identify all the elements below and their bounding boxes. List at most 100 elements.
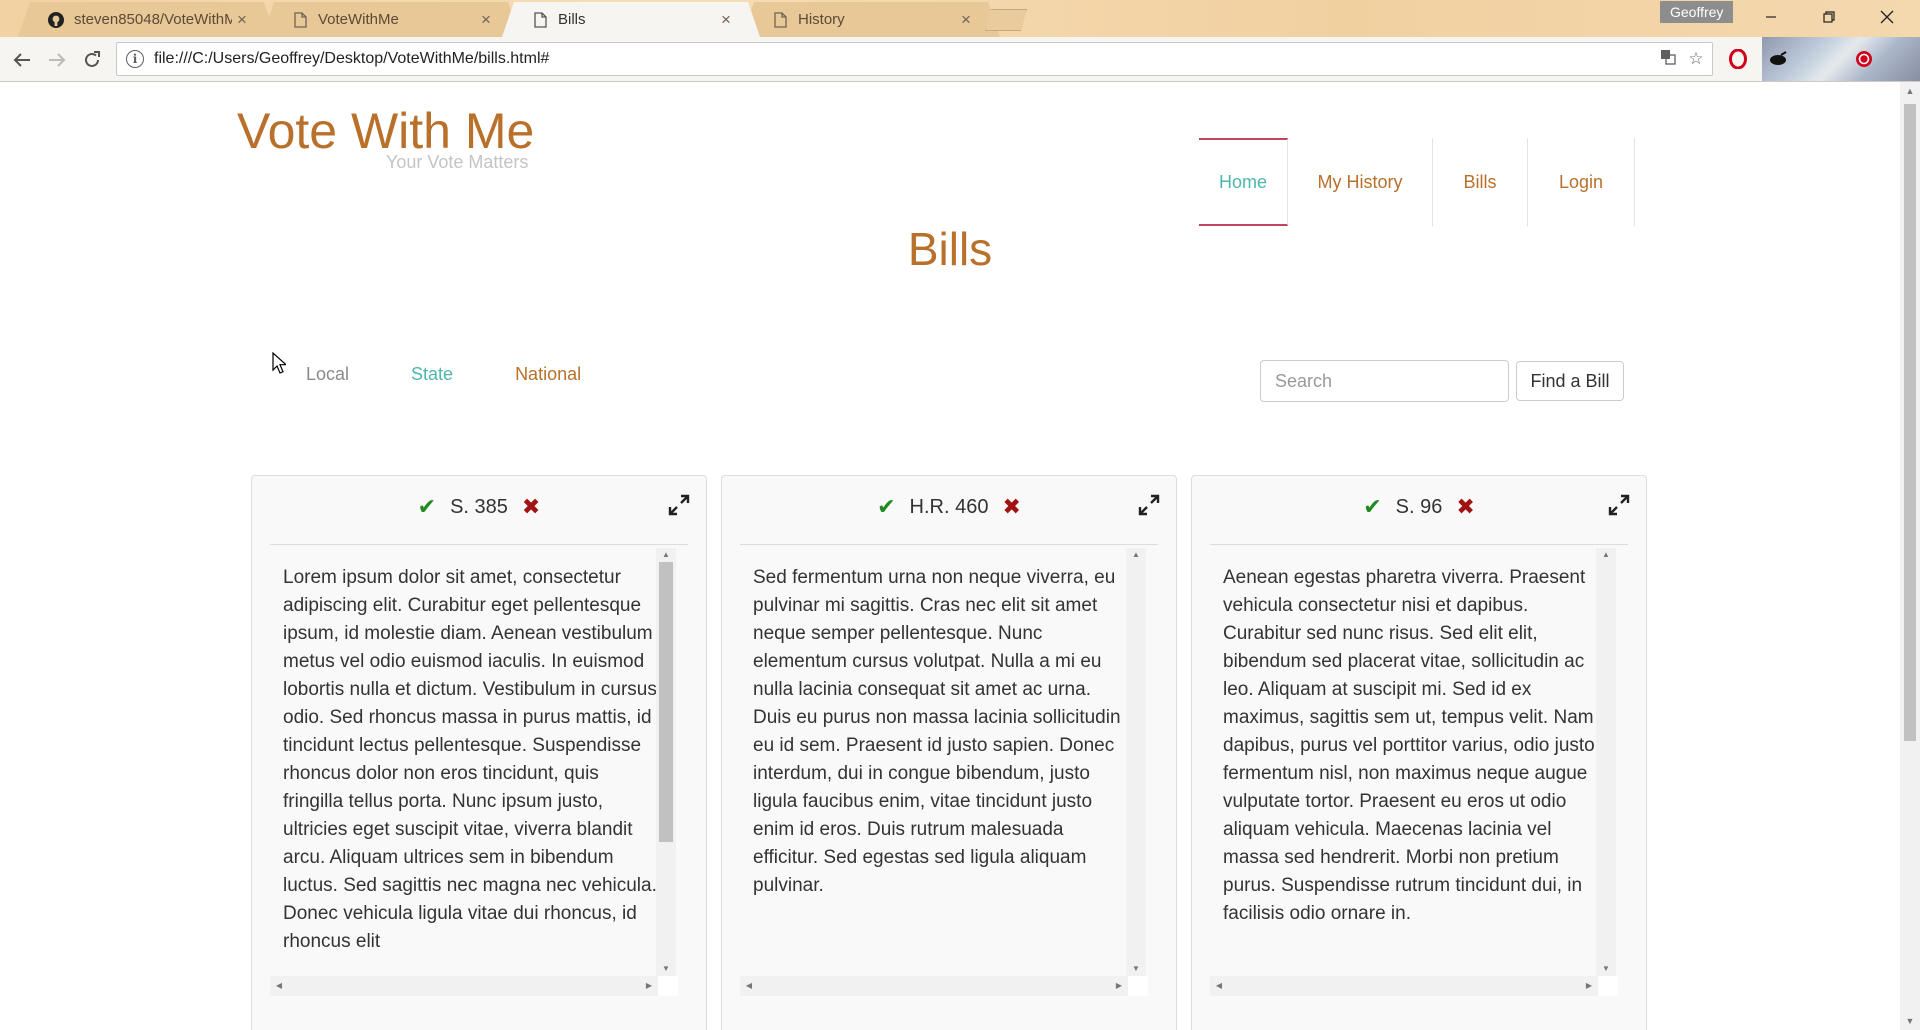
horizontal-scrollbar[interactable]: ◀ ▶ [1210, 976, 1598, 996]
nav-home[interactable]: Home [1199, 138, 1288, 226]
forward-icon[interactable] [43, 46, 71, 74]
github-icon [48, 12, 64, 28]
address-bar[interactable]: i file:///C:/Users/Geoffrey/Desktop/Vote… [116, 42, 1713, 76]
new-tab-button[interactable] [985, 9, 1027, 31]
tab-national[interactable]: National [515, 364, 581, 385]
scroll-left-icon[interactable]: ◀ [740, 976, 758, 996]
card-divider [270, 544, 688, 545]
minimize-icon[interactable] [1748, 4, 1794, 30]
bill-card-header: ✔ H.R. 460 ✖ [722, 476, 1176, 538]
page-icon [292, 12, 308, 28]
bill-id: H.R. 460 [909, 495, 989, 518]
browser-tab-label: VoteWithMe [318, 11, 399, 28]
mouse-cursor-icon [272, 352, 286, 374]
browser-tab-strip: steven85048/VoteWithMe × VoteWithMe × Bi… [0, 0, 1920, 37]
scroll-down-icon[interactable]: ▼ [1596, 962, 1616, 976]
scroll-right-icon[interactable]: ▶ [1110, 976, 1128, 996]
bill-id: S. 385 [450, 495, 508, 518]
page-title: Bills [907, 223, 993, 275]
expand-icon[interactable] [668, 494, 690, 516]
bookmark-star-icon[interactable]: ☆ [1684, 49, 1708, 69]
restore-icon[interactable] [1806, 4, 1852, 30]
page-icon [532, 12, 548, 28]
bill-text: Sed fermentum urna non neque viverra, eu… [753, 567, 1121, 896]
reload-icon[interactable] [78, 46, 106, 74]
translate-icon[interactable] [1656, 49, 1680, 70]
expand-icon[interactable] [1608, 494, 1630, 516]
browser-tab-label: History [798, 11, 845, 28]
horizontal-scrollbar[interactable]: ◀ ▶ [740, 976, 1128, 996]
browser-tab-bills[interactable]: Bills × [502, 2, 760, 37]
close-icon[interactable]: × [476, 10, 496, 30]
back-icon[interactable] [8, 46, 36, 74]
scroll-right-icon[interactable]: ▶ [1580, 976, 1598, 996]
reject-x-icon[interactable]: ✖ [522, 494, 540, 520]
opera-icon[interactable] [1726, 47, 1750, 71]
browser-tab-votewithme[interactable]: VoteWithMe × [262, 2, 520, 37]
browser-tab-github[interactable]: steven85048/VoteWithMe × [18, 2, 276, 37]
bill-text-scroll-area[interactable]: Sed fermentum urna non neque viverra, eu… [740, 548, 1146, 976]
tab-local[interactable]: Local [306, 364, 349, 385]
bill-card: ✔ S. 96 ✖ Aenean egestas pharetra viverr… [1191, 475, 1647, 1030]
card-divider [1210, 544, 1628, 545]
extension-icon[interactable] [1766, 47, 1790, 71]
scroll-up-icon[interactable]: ▲ [1596, 548, 1616, 562]
page-scrollbar[interactable]: ▲ ▼ [1900, 82, 1920, 1030]
bill-text: Aenean egestas pharetra viverra. Praesen… [1223, 567, 1595, 924]
browser-tab-label: Bills [558, 11, 586, 28]
reject-x-icon[interactable]: ✖ [1456, 494, 1474, 520]
scroll-up-icon[interactable]: ▲ [1126, 548, 1146, 562]
adblock-icon[interactable] [1852, 47, 1876, 71]
vertical-scrollbar[interactable]: ▲ ▼ [1596, 548, 1616, 976]
nav-login[interactable]: Login [1528, 138, 1635, 226]
bill-card-header: ✔ S. 96 ✖ [1192, 476, 1646, 538]
main-nav: Home My History Bills Login [1199, 138, 1635, 226]
bill-card-header: ✔ S. 385 ✖ [252, 476, 706, 538]
vertical-scrollbar[interactable]: ▲ ▼ [1126, 548, 1146, 976]
scroll-down-icon[interactable]: ▼ [656, 962, 676, 976]
scrollbar-corner [658, 976, 678, 996]
profile-badge[interactable]: Geoffrey [1660, 1, 1734, 23]
page-scrollbar-thumb[interactable] [1904, 104, 1916, 741]
close-icon[interactable]: × [716, 10, 736, 30]
close-icon[interactable]: × [232, 10, 252, 30]
checkmark-icon[interactable]: ✔ [877, 494, 895, 520]
scrollbar-corner [1128, 976, 1148, 996]
level-tabs: Local State National [306, 364, 643, 385]
tab-state[interactable]: State [411, 364, 453, 385]
scroll-down-icon[interactable]: ▼ [1900, 1012, 1920, 1030]
reject-x-icon[interactable]: ✖ [1002, 494, 1020, 520]
window-close-icon[interactable] [1864, 4, 1910, 30]
scroll-left-icon[interactable]: ◀ [1210, 976, 1228, 996]
search-input[interactable] [1260, 360, 1509, 402]
nav-my-history[interactable]: My History [1288, 138, 1433, 226]
vertical-scrollbar[interactable]: ▲ ▼ [656, 548, 676, 976]
browser-tab-history[interactable]: History × [742, 2, 1000, 37]
address-url[interactable]: file:///C:/Users/Geoffrey/Desktop/VoteWi… [154, 50, 1656, 68]
scroll-up-icon[interactable]: ▲ [1900, 82, 1920, 100]
page-viewport: Vote With Me Your Vote Matters Home My H… [0, 82, 1900, 1030]
bill-text-scroll-area[interactable]: Aenean egestas pharetra viverra. Praesen… [1210, 548, 1616, 976]
card-divider [740, 544, 1158, 545]
checkmark-icon[interactable]: ✔ [1363, 494, 1381, 520]
bill-text: Lorem ipsum dolor sit amet, consectetur … [283, 567, 657, 952]
scrollbar-corner [1598, 976, 1618, 996]
find-bill-button[interactable]: Find a Bill [1516, 361, 1624, 401]
site-info-icon[interactable]: i [126, 50, 144, 68]
bill-id: S. 96 [1395, 495, 1443, 518]
bill-text-scroll-area[interactable]: Lorem ipsum dolor sit amet, consectetur … [270, 548, 676, 976]
page-icon [772, 12, 788, 28]
scrollbar-thumb[interactable] [659, 562, 673, 842]
browser-toolbar: i file:///C:/Users/Geoffrey/Desktop/Vote… [0, 37, 1920, 82]
scroll-right-icon[interactable]: ▶ [640, 976, 658, 996]
nav-bills[interactable]: Bills [1433, 138, 1528, 226]
scroll-left-icon[interactable]: ◀ [270, 976, 288, 996]
bill-card: ✔ S. 385 ✖ Lorem ipsum dolor sit amet, c… [251, 475, 707, 1030]
expand-icon[interactable] [1138, 494, 1160, 516]
close-icon[interactable]: × [956, 10, 976, 30]
horizontal-scrollbar[interactable]: ◀ ▶ [270, 976, 658, 996]
checkmark-icon[interactable]: ✔ [418, 494, 436, 520]
scroll-down-icon[interactable]: ▼ [1126, 962, 1146, 976]
browser-tab-label: steven85048/VoteWithMe [74, 11, 232, 28]
scroll-up-icon[interactable]: ▲ [656, 548, 676, 562]
